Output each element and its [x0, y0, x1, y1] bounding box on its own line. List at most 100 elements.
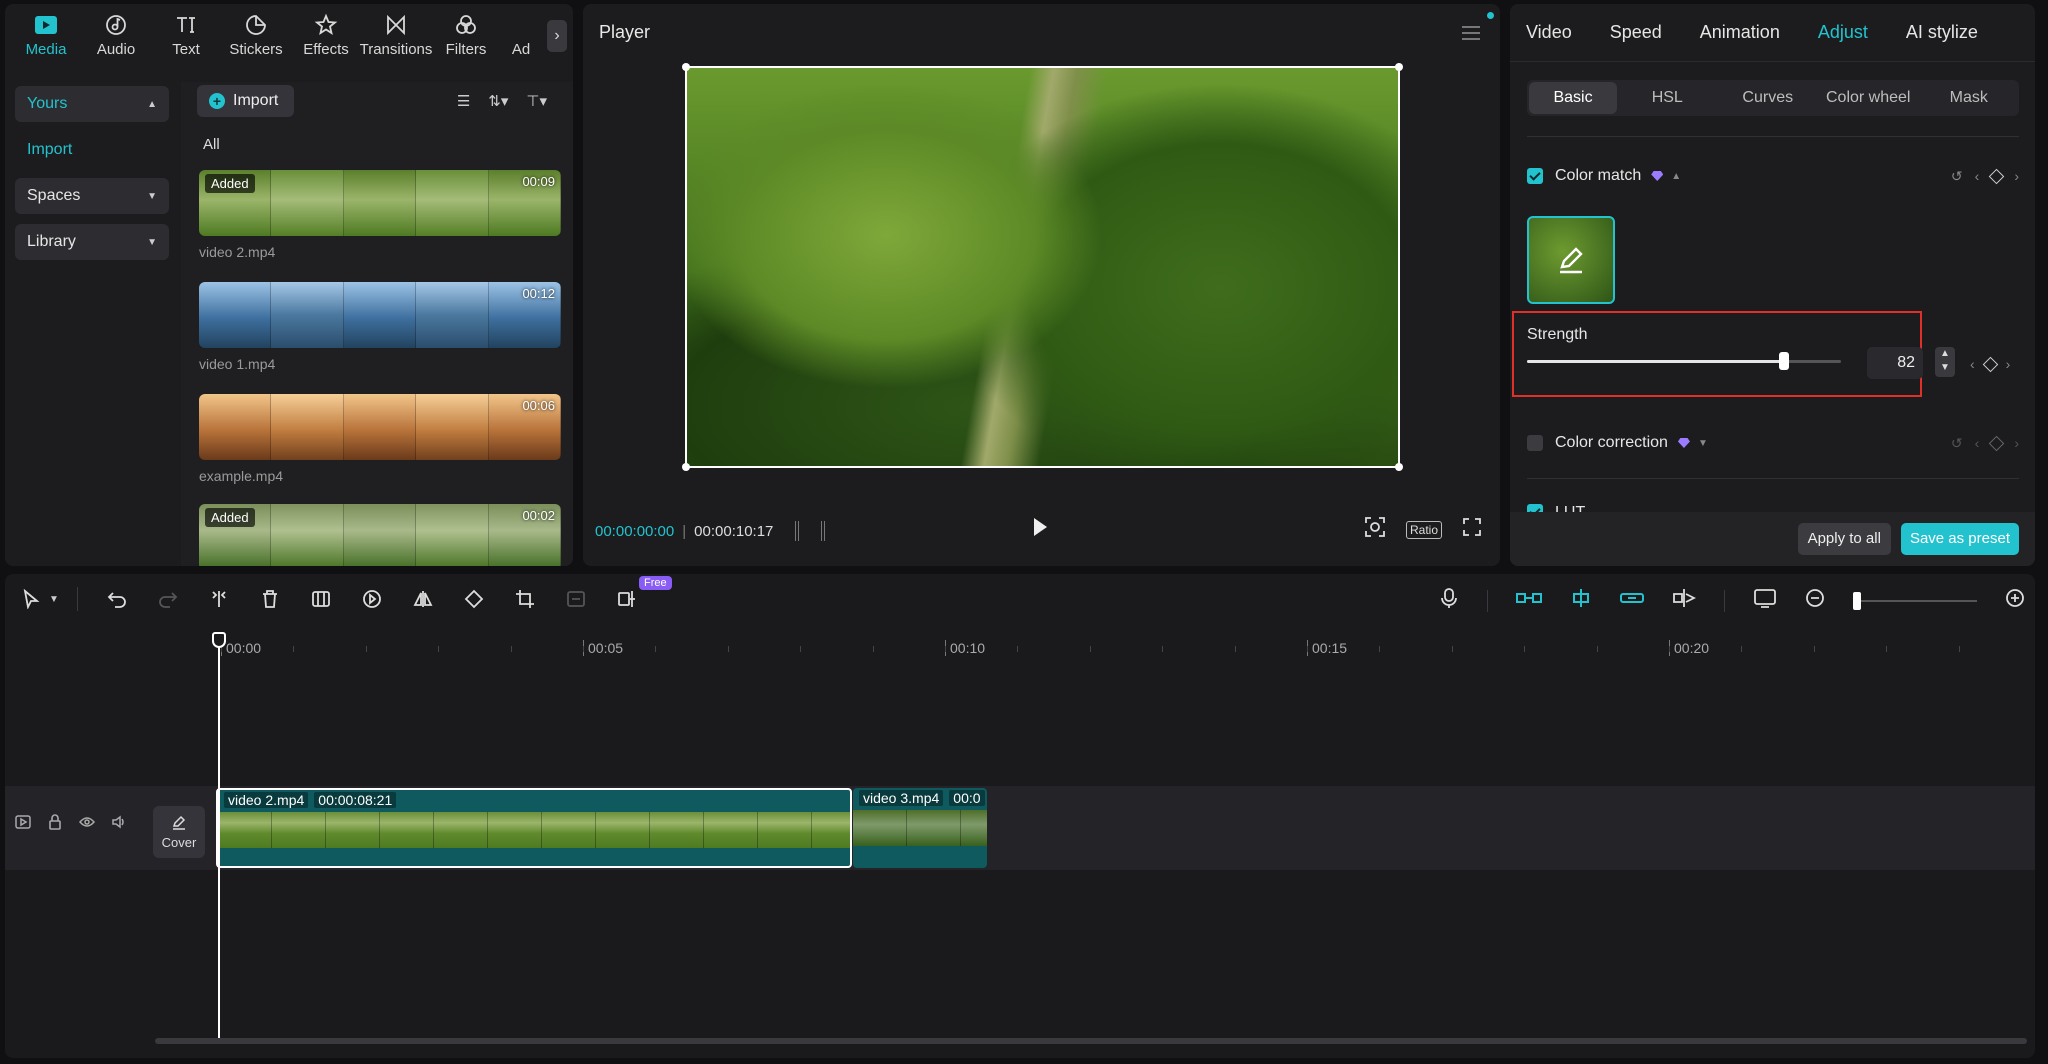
microphone-icon[interactable] [1439, 587, 1459, 614]
keyframe-icon[interactable] [1989, 435, 2005, 451]
sidebar-item-spaces[interactable]: Spaces ▼ [15, 178, 169, 214]
apply-to-all-button[interactable]: Apply to all [1797, 523, 1891, 555]
cover-button[interactable]: Cover [153, 806, 205, 858]
zoom-slider[interactable] [1853, 591, 1977, 610]
redo-icon[interactable] [156, 587, 180, 611]
color-match-reference[interactable] [1527, 216, 1615, 304]
tab-video[interactable]: Video [1526, 22, 1572, 43]
strength-value-input[interactable]: 82 [1867, 347, 1923, 379]
fit-timeline-icon[interactable] [1753, 588, 1777, 613]
reset-icon[interactable]: ↺ [1951, 168, 1963, 185]
next-keyframe-icon[interactable]: › [2006, 356, 2011, 372]
media-list: + Import ☰ ⇅▾ ⊤▾ All Added 00:09 video 2… [181, 82, 573, 566]
playhead[interactable] [218, 634, 220, 1038]
toolbar-more-button[interactable]: › [547, 20, 567, 52]
zoom-out-icon[interactable] [1805, 588, 1825, 613]
subtab-hsl[interactable]: HSL [1617, 89, 1718, 107]
snap-icon[interactable] [1620, 591, 1644, 610]
sort-icon[interactable]: ⇅▾ [488, 92, 508, 110]
playhead-handle[interactable] [212, 632, 226, 648]
mirror-icon[interactable] [411, 587, 435, 611]
keyframe-icon[interactable] [1982, 356, 1998, 372]
split-icon[interactable] [207, 587, 231, 611]
next-keyframe-icon[interactable]: › [2014, 435, 2019, 451]
ratio-button[interactable]: Ratio [1405, 520, 1442, 539]
time-ruler[interactable]: 00:00 00:05 00:10 00:15 00:20 [165, 624, 2035, 660]
tab-adjust[interactable]: Ad [501, 4, 541, 64]
filter-icon[interactable]: ⊤▾ [526, 92, 547, 110]
tab-transitions[interactable]: Transitions [360, 4, 432, 64]
import-button[interactable]: + Import [197, 85, 295, 117]
speaker-icon[interactable] [111, 814, 127, 830]
media-item[interactable]: Added 00:02 [199, 504, 561, 566]
freeze-icon[interactable] [309, 587, 333, 611]
horizontal-scrollbar[interactable] [155, 1038, 2027, 1044]
color-match-checkbox[interactable] [1527, 168, 1543, 184]
eye-icon[interactable] [79, 814, 95, 830]
lock-icon[interactable] [47, 814, 63, 830]
color-correction-checkbox[interactable] [1527, 435, 1543, 451]
tab-stickers[interactable]: Stickers [221, 4, 291, 64]
tab-filters[interactable]: Filters [431, 4, 501, 64]
tab-text[interactable]: Text [151, 4, 221, 64]
next-keyframe-icon[interactable]: › [2014, 168, 2019, 184]
prev-keyframe-icon[interactable]: ‹ [1975, 168, 1980, 184]
undo-icon[interactable] [105, 587, 129, 611]
screenshot-icon[interactable] [1364, 516, 1386, 543]
subtab-basic[interactable]: Basic [1529, 82, 1617, 114]
crop-icon[interactable] [513, 587, 537, 611]
auto-reframe-icon[interactable] [564, 587, 588, 611]
reverse-icon[interactable] [360, 587, 384, 611]
keyframe-icon[interactable] [1989, 168, 2005, 184]
menu-icon[interactable] [1462, 26, 1480, 40]
zoom-slider-handle[interactable] [1853, 591, 1861, 610]
tab-effects[interactable]: Effects [291, 4, 361, 64]
rotate-icon[interactable] [462, 587, 486, 611]
tab-audio[interactable]: Audio [81, 4, 151, 64]
fullscreen-icon[interactable] [1462, 517, 1482, 542]
video-preview[interactable] [682, 63, 1403, 471]
prev-keyframe-icon[interactable]: ‹ [1970, 356, 1975, 372]
sidebar-item-library[interactable]: Library ▼ [15, 224, 169, 260]
view-mode-icon[interactable]: ☰ [457, 92, 470, 110]
tab-ai-stylize[interactable]: AI stylize [1906, 22, 1978, 43]
resize-handle[interactable] [682, 63, 690, 71]
resize-handle[interactable] [1395, 463, 1403, 471]
strength-slider-handle[interactable] [1779, 352, 1790, 370]
subtab-mask[interactable]: Mask [1919, 89, 2020, 107]
prev-keyframe-icon[interactable]: ‹ [1975, 435, 1980, 451]
resize-handle[interactable] [1395, 63, 1403, 71]
select-tool-icon[interactable] [19, 587, 43, 611]
chevron-up-icon[interactable]: ▲ [1671, 171, 1681, 182]
tab-media[interactable]: Media [11, 4, 81, 64]
track-video-icon[interactable] [15, 814, 31, 830]
delete-icon[interactable] [258, 587, 282, 611]
tab-animation[interactable]: Animation [1700, 22, 1780, 43]
chevron-down-icon[interactable]: ▼ [49, 594, 59, 605]
color-match-actions: ↺ ‹ › [1951, 168, 2019, 185]
save-as-preset-button[interactable]: Save as preset [1900, 523, 2019, 555]
sidebar-item-import[interactable]: Import [15, 132, 169, 168]
link-clips-icon[interactable] [1516, 591, 1542, 610]
smart-cut-icon[interactable] [615, 587, 639, 611]
timeline-clip[interactable]: video 3.mp4 00:0 [853, 788, 987, 868]
resize-handle[interactable] [682, 463, 690, 471]
subtab-color-wheel[interactable]: Color wheel [1818, 89, 1919, 107]
magnet-icon[interactable] [1570, 588, 1592, 613]
sidebar-item-yours[interactable]: Yours ▲ [15, 86, 169, 122]
grid-view-icon[interactable] [795, 521, 826, 541]
subtab-curves[interactable]: Curves [1718, 89, 1819, 107]
strength-slider[interactable] [1527, 352, 1841, 370]
media-item[interactable]: 00:12 video 1.mp4 [199, 282, 561, 372]
media-item[interactable]: 00:06 example.mp4 [199, 394, 561, 484]
zoom-in-icon[interactable] [2005, 588, 2025, 613]
timeline-clip[interactable]: video 2.mp4 00:00:08:21 [216, 788, 852, 868]
preview-axis-icon[interactable] [1672, 588, 1697, 613]
tab-speed[interactable]: Speed [1610, 22, 1662, 43]
chevron-down-icon[interactable]: ▼ [1698, 438, 1708, 449]
tab-adjust[interactable]: Adjust [1818, 22, 1868, 43]
reset-icon[interactable]: ↺ [1951, 435, 1963, 452]
media-item[interactable]: Added 00:09 video 2.mp4 [199, 170, 561, 260]
strength-stepper[interactable]: ▲ ▼ [1935, 347, 1955, 377]
play-icon[interactable] [1034, 518, 1047, 536]
